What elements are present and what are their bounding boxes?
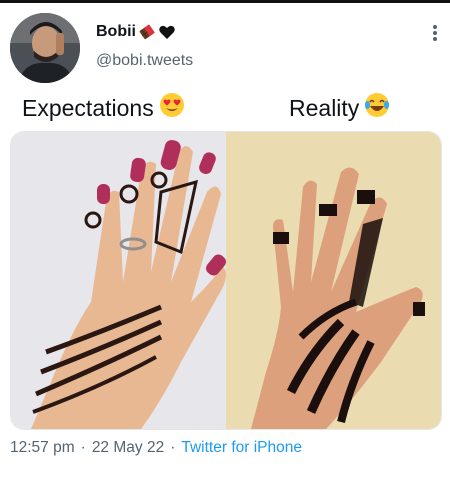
black-heart-emoji-icon (158, 23, 176, 41)
tweet-source-link[interactable]: Twitter for iPhone (181, 439, 302, 457)
more-options-icon[interactable] (430, 23, 440, 43)
caption-reality-text: Reality (289, 94, 360, 121)
tweet-media-image[interactable] (10, 131, 442, 430)
laughing-tears-emoji-icon (364, 92, 390, 124)
tweet-date[interactable]: 22 May 22 (92, 439, 164, 457)
tweet-time[interactable]: 12:57 pm (10, 439, 75, 457)
tweet-metadata: 12:57 pm · 22 May 22 · Twitter for iPhon… (10, 439, 302, 457)
caption-expectations: Expectations (22, 92, 185, 124)
top-status-bar (0, 0, 450, 3)
separator-dot: · (80, 439, 86, 456)
separator-dot: · (170, 439, 176, 456)
chocolate-bar-emoji-icon (138, 23, 156, 41)
avatar[interactable] (10, 13, 80, 83)
user-handle[interactable]: @bobi.tweets (96, 52, 193, 70)
display-name[interactable]: Bobii (96, 23, 136, 41)
caption-reality: Reality (289, 92, 390, 124)
tweet-header: Bobii @bobi.tweets (10, 13, 440, 85)
tweet-text: Expectations Reality (0, 92, 450, 124)
heart-eyes-emoji-icon (159, 92, 185, 124)
caption-expectations-text: Expectations (22, 94, 154, 121)
